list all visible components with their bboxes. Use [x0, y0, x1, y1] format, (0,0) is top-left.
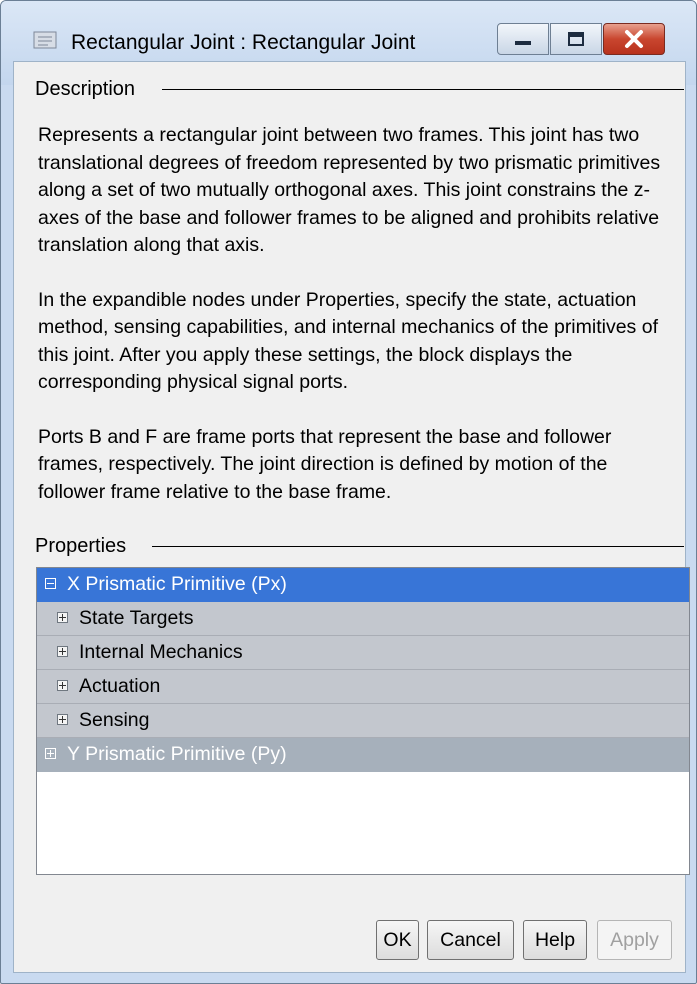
dialog-window: Rectangular Joint : Rectangular Joint De… — [0, 0, 697, 984]
tree-node-y-prismatic[interactable]: Y Prismatic Primitive (Py) — [37, 738, 689, 772]
tree-node-label: Actuation — [79, 675, 161, 697]
block-icon — [33, 31, 57, 49]
tree-node-label: X Prismatic Primitive (Px) — [67, 573, 287, 595]
properties-divider — [152, 546, 684, 547]
tree-node-label: State Targets — [79, 607, 194, 629]
properties-label: Properties — [35, 535, 133, 558]
description-paragraph: Represents a rectangular joint between t… — [38, 124, 661, 256]
cancel-button[interactable]: Cancel — [427, 920, 514, 960]
description-label: Description — [35, 78, 142, 101]
tree-node-actuation[interactable]: Actuation — [37, 670, 689, 704]
collapse-icon[interactable] — [45, 578, 56, 589]
expand-icon[interactable] — [57, 612, 68, 623]
expand-icon[interactable] — [57, 646, 68, 657]
description-paragraph: In the expandible nodes under Properties… — [38, 288, 658, 394]
tree-node-state-targets[interactable]: State Targets — [37, 602, 689, 636]
description-text: Represents a rectangular joint between t… — [38, 122, 678, 533]
tree-node-x-prismatic[interactable]: X Prismatic Primitive (Px) — [37, 568, 689, 602]
window-title: Rectangular Joint : Rectangular Joint — [71, 31, 416, 54]
expand-icon[interactable] — [57, 680, 68, 691]
apply-button[interactable]: Apply — [597, 920, 672, 960]
tree-node-label: Sensing — [79, 709, 150, 731]
dialog-body: Description Represents a rectangular joi… — [13, 61, 690, 973]
description-paragraph: Ports B and F are frame ports that repre… — [38, 425, 612, 503]
properties-tree[interactable]: X Prismatic Primitive (Px) State Targets… — [36, 567, 690, 875]
close-button[interactable] — [603, 23, 665, 55]
expand-icon[interactable] — [45, 748, 56, 759]
minimize-button[interactable] — [497, 23, 549, 55]
tree-node-internal-mechanics[interactable]: Internal Mechanics — [37, 636, 689, 670]
maximize-icon — [568, 32, 584, 46]
help-button[interactable]: Help — [523, 920, 587, 960]
maximize-button[interactable] — [550, 23, 602, 55]
description-divider — [162, 89, 684, 90]
ok-button[interactable]: OK — [376, 920, 419, 960]
close-icon — [625, 30, 643, 48]
tree-node-label: Internal Mechanics — [79, 641, 243, 663]
minimize-icon — [515, 41, 531, 45]
tree-node-sensing[interactable]: Sensing — [37, 704, 689, 738]
tree-node-label: Y Prismatic Primitive (Py) — [67, 743, 287, 765]
expand-icon[interactable] — [57, 714, 68, 725]
